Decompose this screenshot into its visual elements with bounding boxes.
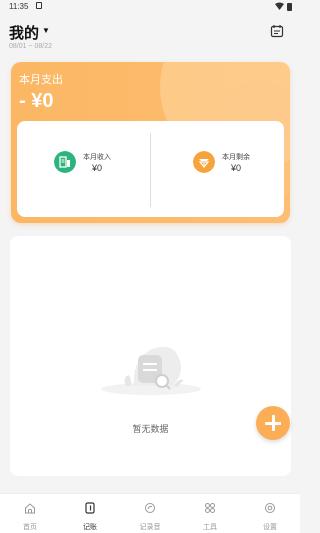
tab-bookkeeping[interactable]: 记账	[60, 494, 120, 533]
bookkeeping-icon	[85, 502, 95, 514]
monthly-expense-label: 本月支出	[19, 74, 63, 86]
income-remaining-card: 本月收入 ¥0 本月剩余 ¥0	[17, 121, 284, 217]
stat-divider	[150, 133, 151, 207]
tools-icon	[205, 503, 215, 513]
status-time: 11:35	[9, 2, 29, 11]
remaining-label: 本月剩余	[222, 154, 250, 161]
header: 我的 ▼ 08/01 ~ 08/22	[0, 14, 300, 54]
tab-tools[interactable]: 工具	[180, 494, 240, 533]
income-label: 本月收入	[83, 154, 111, 161]
caret-down-icon[interactable]: ▼	[42, 26, 50, 35]
battery-icon	[287, 3, 292, 11]
empty-state-icon	[101, 346, 201, 395]
tab-home-label: 首页	[23, 524, 37, 531]
date-range: 08/01 ~ 08/22	[9, 43, 53, 50]
empty-state-text: 暂无数据	[132, 424, 169, 434]
remaining-icon	[193, 151, 215, 173]
tab-record-label: 记录音	[139, 524, 161, 531]
tab-home[interactable]: 首页	[0, 494, 60, 533]
tab-record[interactable]: 记录音	[120, 494, 180, 533]
add-record-button[interactable]	[256, 406, 290, 440]
calendar-icon[interactable]	[270, 24, 284, 38]
income-icon	[54, 151, 76, 173]
account-book-selector[interactable]: 我的	[9, 22, 39, 43]
tab-tools-label: 工具	[203, 524, 217, 531]
tab-settings-label: 设置	[263, 524, 277, 531]
wifi-icon	[275, 2, 284, 10]
status-bar: 11:35	[0, 0, 300, 14]
monthly-summary-card: 本月支出 - ¥0 本月收入 ¥0 本月剩余 ¥0	[11, 62, 290, 223]
income-value: ¥0	[92, 163, 103, 173]
record-icon	[145, 503, 155, 513]
records-list-panel: 暂无数据	[10, 236, 291, 476]
monthly-expense-value: - ¥0	[19, 90, 54, 112]
notification-icon	[36, 2, 42, 9]
bottom-tab-bar: 首页 记账 记录音 工具 设置	[0, 493, 300, 533]
home-icon	[25, 503, 35, 514]
tab-bookkeeping-label: 记账	[83, 524, 97, 531]
remaining-value: ¥0	[231, 163, 242, 173]
settings-icon	[265, 503, 275, 513]
tab-settings[interactable]: 设置	[240, 494, 300, 533]
